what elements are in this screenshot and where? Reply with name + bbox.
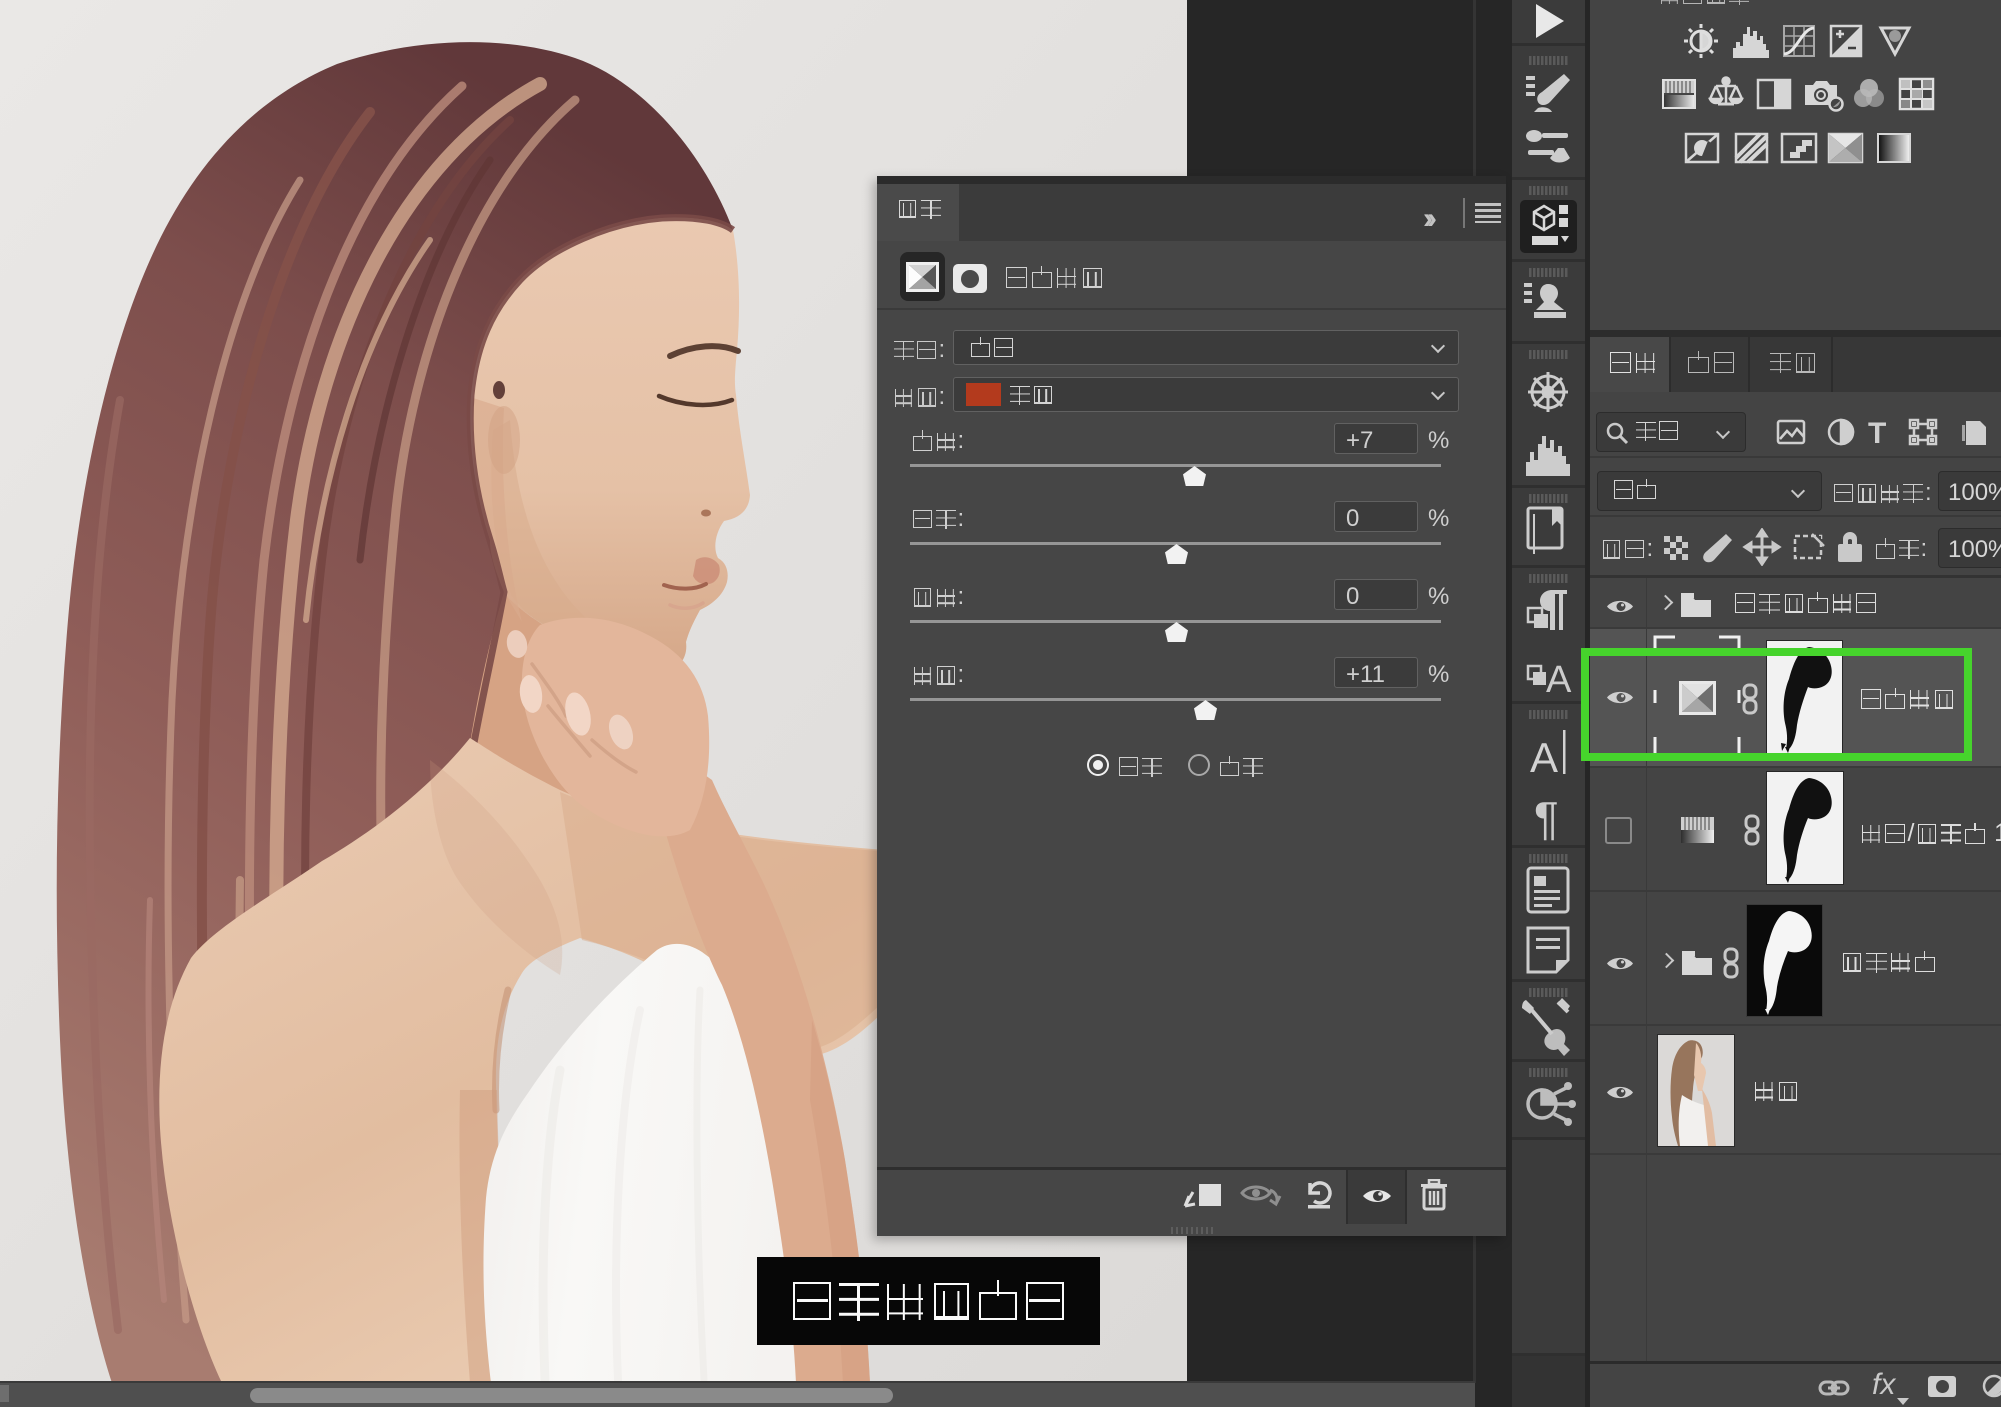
svg-text:T: T	[1868, 417, 1886, 449]
svg-text:¶: ¶	[1534, 792, 1559, 844]
svg-text:A: A	[1546, 659, 1572, 701]
svg-text:A: A	[1530, 734, 1558, 781]
